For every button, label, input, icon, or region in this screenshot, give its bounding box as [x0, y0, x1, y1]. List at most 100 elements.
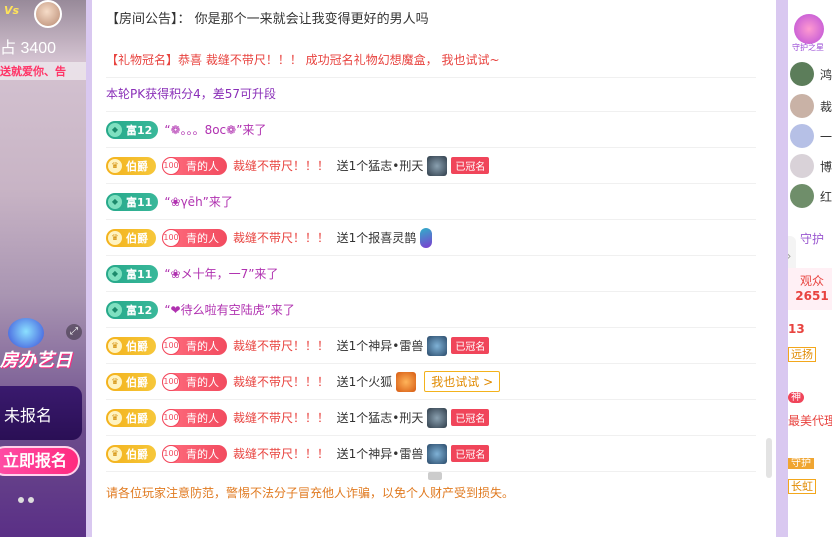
pk-score: 占 3400 — [0, 40, 57, 57]
enter-message: ◆ 富12 “❤待么啦有空陆虎”来了 — [106, 292, 756, 328]
rank-row[interactable]: 远扬 — [788, 346, 832, 362]
signup-button[interactable]: 立即报名 — [0, 446, 80, 476]
noble-rank-badge[interactable]: ♛ 伯爵 — [106, 408, 156, 427]
gift-icon — [427, 155, 448, 176]
wealth-level-badge[interactable]: ◆ 富12 — [106, 120, 159, 139]
audience-tab[interactable]: 观众 2651 — [788, 268, 832, 310]
rank-tag: 神 — [788, 392, 804, 403]
crowned-badge: 已冠名 — [451, 337, 490, 354]
rank-value: 13 — [788, 322, 805, 336]
carousel-dots[interactable] — [18, 492, 38, 506]
enter-message: ◆ 富11 “❀メ十年，一7”来了 — [106, 256, 756, 292]
fan-badge[interactable]: 100 青的人 — [162, 408, 227, 427]
try-gift-button[interactable]: 我也试试 > — [424, 371, 501, 392]
enter-message: ◆ 富11 “❀γēh”来了 — [106, 184, 756, 220]
enter-text[interactable]: “❀メ十年，一7”来了 — [164, 265, 278, 282]
gift-action: 送1个猛志•刑天 — [336, 159, 424, 173]
gem-icon: ◆ — [108, 302, 122, 317]
rank-row[interactable]: 长虹 — [788, 478, 832, 494]
gem-icon: ◆ — [108, 266, 122, 281]
noble-rank-badge[interactable]: ♛ 伯爵 — [106, 336, 156, 355]
noble-rank-badge[interactable]: ♛ 伯爵 — [106, 444, 156, 463]
rank-row[interactable]: 13 — [788, 322, 832, 336]
fan-level: 100 — [162, 336, 180, 355]
sender-name[interactable]: 裁缝不带尺！！！ — [233, 337, 329, 354]
gift-action: 送1个神异•雷兽 — [336, 339, 424, 353]
gift-icon — [427, 443, 448, 464]
crowned-badge: 已冠名 — [451, 409, 490, 426]
enter-text[interactable]: “❤待么啦有空陆虎”来了 — [164, 301, 295, 318]
pk-text: 本轮PK获得积分4，差57可升段 — [106, 87, 277, 101]
guard-user-name: 鸿 — [820, 67, 832, 82]
gem-icon: ◆ — [108, 122, 122, 137]
notice-text: 你是那个一来就会让我变得更好的男人吗 — [194, 12, 429, 27]
guard-user[interactable]: 鸿 — [790, 62, 832, 86]
gift-message: ♛ 伯爵 100 青的人 裁缝不带尺！！！ 送1个猛志•刑天 已冠名 — [106, 148, 756, 184]
crown-icon: ♛ — [108, 446, 122, 461]
rank-title: 最美代理 — [788, 414, 832, 428]
noble-rank-badge[interactable]: ♛ 伯爵 — [106, 228, 156, 247]
gift-crown-label: 【礼物冠名】 — [106, 53, 179, 67]
fan-badge[interactable]: 100 青的人 — [162, 372, 227, 391]
guard-user[interactable]: 一 — [790, 124, 832, 148]
guard-user[interactable]: 红 — [790, 184, 832, 208]
noble-rank-badge[interactable]: ♛ 伯爵 — [106, 372, 156, 391]
ticker-text: 送就爱你、告 — [0, 62, 86, 80]
gift-crown-line: 【礼物冠名】 恭喜 裁缝不带尺！！！ 成功冠名礼物幻想魔盒， 我也试试~ — [106, 42, 756, 78]
pk-line: 本轮PK获得积分4，差57可升段 — [106, 76, 756, 112]
event-banner: 房办艺日 — [0, 350, 72, 371]
mascot-icon — [8, 318, 44, 348]
sender-name[interactable]: 裁缝不带尺！！！ — [233, 373, 329, 390]
signup-status-card: 未报名 — [0, 386, 82, 440]
crowned-badge: 已冠名 — [451, 157, 490, 174]
rank-tag: 长虹 — [788, 479, 816, 494]
chat-panel: 【房间公告】： 你是那个一来就会让我变得更好的男人吗 【礼物冠名】 恭喜 裁缝不… — [92, 0, 776, 537]
guard-user-name: 红 — [820, 189, 832, 204]
guard-user[interactable]: 博 — [790, 154, 832, 178]
gift-crown-text: 恭喜 裁缝不带尺！！！ 成功冠名礼物幻想魔盒， 我也试试~ — [178, 53, 500, 67]
fan-badge[interactable]: 100 青的人 — [162, 228, 227, 247]
notice-label: 【房间公告】： — [106, 12, 191, 27]
gift-message: ♛ 伯爵 100 青的人 裁缝不带尺！！！ 送1个猛志•刑天 已冠名 — [106, 400, 756, 436]
gift-action: 送1个神异•雷兽 — [336, 447, 424, 461]
expand-icon[interactable]: ⤢ — [66, 324, 82, 340]
wealth-level-badge[interactable]: ◆ 富11 — [106, 192, 159, 211]
enter-text[interactable]: “❁。。。8oc❁”来了 — [164, 121, 266, 138]
fan-level: 100 — [162, 444, 180, 463]
fan-badge[interactable]: 100 青的人 — [162, 444, 227, 463]
sender-name[interactable]: 裁缝不带尺！！！ — [233, 409, 329, 426]
signup-status: 未报名 — [4, 406, 53, 425]
fan-level: 100 — [162, 372, 180, 391]
rank-tag: 远扬 — [788, 347, 816, 362]
fan-badge[interactable]: 100 青的人 — [162, 336, 227, 355]
gift-icon — [420, 227, 433, 248]
gift-message: ♛ 伯爵 100 青的人 裁缝不带尺！！！ 送1个报喜灵鹊 — [106, 220, 756, 256]
chat-scrollbar[interactable] — [766, 438, 772, 478]
sender-name[interactable]: 裁缝不带尺！！！ — [233, 157, 329, 174]
wealth-level-badge[interactable]: ◆ 富12 — [106, 300, 159, 319]
rank-row[interactable]: 守护 — [788, 454, 832, 469]
fan-badge[interactable]: 100 青的人 — [162, 156, 227, 175]
fan-level: 100 — [162, 228, 180, 247]
wealth-level-badge[interactable]: ◆ 富11 — [106, 264, 159, 283]
audience-label: 观众 — [799, 274, 824, 288]
scroll-down-handle[interactable] — [428, 472, 442, 480]
enter-text[interactable]: “❀γēh”来了 — [164, 193, 233, 210]
chat-frame: 【房间公告】： 你是那个一来就会让我变得更好的男人吗 【礼物冠名】 恭喜 裁缝不… — [86, 0, 784, 537]
sender-name[interactable]: 裁缝不带尺！！！ — [233, 229, 329, 246]
guard-user-name: 博 — [820, 159, 832, 174]
crown-icon: ♛ — [108, 374, 122, 389]
crown-icon: ♛ — [108, 230, 122, 245]
rank-row[interactable]: 神 — [788, 388, 832, 403]
enter-message: ◆ 富12 “❁。。。8oc❁”来了 — [106, 112, 756, 148]
guard-star-icon[interactable] — [794, 14, 824, 44]
guard-user-name: 一 — [820, 129, 832, 144]
sender-name[interactable]: 裁缝不带尺！！！ — [233, 445, 329, 462]
noble-rank-badge[interactable]: ♛ 伯爵 — [106, 156, 156, 175]
crown-icon: ♛ — [108, 410, 122, 425]
guard-user[interactable]: 裁 — [790, 94, 832, 118]
gift-icon — [427, 407, 448, 428]
anchor-avatar[interactable] — [34, 0, 62, 28]
guard-tab[interactable]: 守护 — [800, 230, 824, 247]
gift-action: 送1个猛志•刑天 — [336, 411, 424, 425]
